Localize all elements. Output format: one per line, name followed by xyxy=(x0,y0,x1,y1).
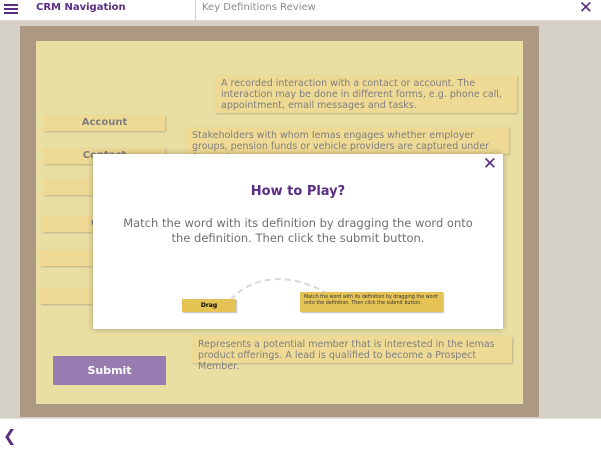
modal-title: How to Play? xyxy=(250,184,346,199)
demo-definition-card: Match the word with its definition by dr… xyxy=(300,292,443,312)
how-to-play-modal: ✕ How to Play? Match the word with its d… xyxy=(93,154,503,329)
demo-word-card: Drag xyxy=(182,299,236,312)
chevron-left-icon[interactable]: ❮ xyxy=(3,426,16,445)
bottom-bar: ❮ xyxy=(0,418,601,451)
app-title: CRM Navigation xyxy=(36,2,126,13)
modal-instructions: Match the word with its definition by dr… xyxy=(123,216,473,245)
hamburger-icon[interactable] xyxy=(4,3,18,15)
title-divider xyxy=(195,0,196,20)
close-icon[interactable]: ✕ xyxy=(483,154,497,174)
page-title: Key Definitions Review xyxy=(202,2,316,13)
top-bar: CRM Navigation Key Definitions Review ✕ xyxy=(0,0,601,21)
close-icon[interactable]: ✕ xyxy=(579,0,593,18)
